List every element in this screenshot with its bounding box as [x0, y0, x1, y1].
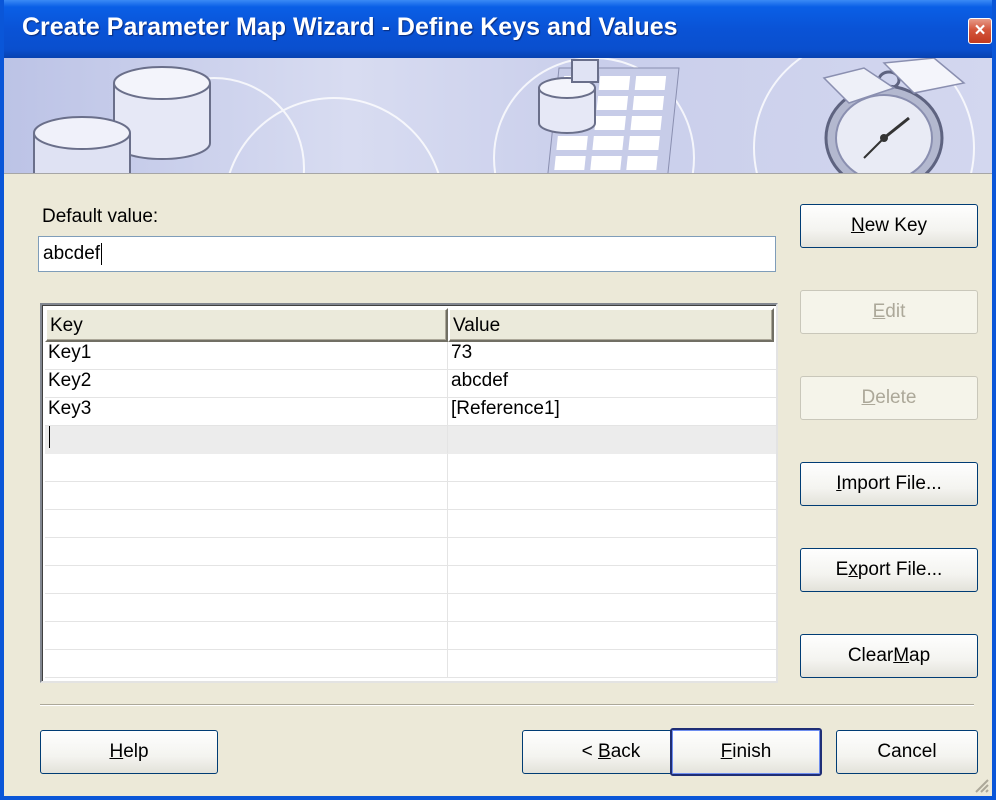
- value-cell: 73: [448, 342, 776, 370]
- empty-row: [45, 566, 776, 594]
- value-cell: [448, 594, 776, 622]
- text-caret: [101, 242, 103, 265]
- value-cell: [448, 650, 776, 678]
- key-cell: [45, 482, 448, 510]
- default-value-input[interactable]: abcdef: [38, 236, 776, 272]
- resize-grip-icon[interactable]: [972, 776, 990, 794]
- empty-row: [45, 510, 776, 538]
- key-cell: [45, 566, 448, 594]
- key-cell: Key2: [45, 370, 448, 398]
- empty-row: [45, 594, 776, 622]
- table-row[interactable]: Key1 73: [45, 342, 776, 370]
- close-icon[interactable]: ×: [968, 18, 992, 44]
- value-cell: [Reference1]: [448, 398, 776, 426]
- column-header-key[interactable]: Key: [45, 308, 448, 342]
- value-cell: [448, 454, 776, 482]
- keys-values-list[interactable]: Key Value Key1 73 Key2 abcdef Key3 [Refe…: [40, 303, 778, 683]
- key-cell: [45, 538, 448, 566]
- value-cell: [448, 622, 776, 650]
- clock-icon: [822, 58, 966, 173]
- value-cell: [448, 482, 776, 510]
- value-cell: abcdef: [448, 370, 776, 398]
- help-button[interactable]: Help: [40, 730, 218, 774]
- key-cell: [45, 454, 448, 482]
- database-icon: [33, 66, 211, 173]
- export-file-button[interactable]: Ex port File...: [800, 548, 978, 592]
- window-title: Create Parameter Map Wizard - Define Key…: [22, 13, 678, 41]
- key-cell: [45, 650, 448, 678]
- finish-button[interactable]: Finish: [670, 728, 822, 776]
- import-file-button[interactable]: Import File...: [800, 462, 978, 506]
- empty-row: [45, 538, 776, 566]
- new-entry-row[interactable]: [45, 426, 776, 454]
- edit-button[interactable]: Edit: [800, 290, 978, 334]
- clear-map-button[interactable]: Clear Map: [800, 634, 978, 678]
- list-header: Key Value: [45, 308, 776, 342]
- value-cell: [448, 426, 776, 454]
- value-cell: [448, 538, 776, 566]
- table-row[interactable]: Key2 abcdef: [45, 370, 776, 398]
- value-cell: [448, 566, 776, 594]
- default-value-label: Default value:: [42, 206, 159, 227]
- column-header-value[interactable]: Value: [448, 308, 774, 342]
- key-cell: [45, 510, 448, 538]
- default-value-text: abcdef: [43, 243, 101, 264]
- delete-button[interactable]: Delete: [800, 376, 978, 420]
- title-bar[interactable]: Create Parameter Map Wizard - Define Key…: [4, 0, 992, 58]
- text-caret: [49, 426, 50, 448]
- footer-separator: [40, 704, 974, 706]
- value-cell: [448, 510, 776, 538]
- key-cell: [45, 622, 448, 650]
- new-key-button[interactable]: New Key: [800, 204, 978, 248]
- key-cell-editing[interactable]: [45, 426, 448, 454]
- empty-row: [45, 650, 776, 678]
- cancel-button[interactable]: Cancel: [836, 730, 978, 774]
- table-row[interactable]: Key3 [Reference1]: [45, 398, 776, 426]
- empty-row: [45, 622, 776, 650]
- wizard-banner: [4, 58, 992, 174]
- banner-artwork: [33, 58, 975, 173]
- key-cell: Key3: [45, 398, 448, 426]
- wizard-window: Create Parameter Map Wizard - Define Key…: [0, 0, 996, 800]
- key-cell: [45, 594, 448, 622]
- empty-row: [45, 482, 776, 510]
- key-cell: Key1: [45, 342, 448, 370]
- empty-row: [45, 454, 776, 482]
